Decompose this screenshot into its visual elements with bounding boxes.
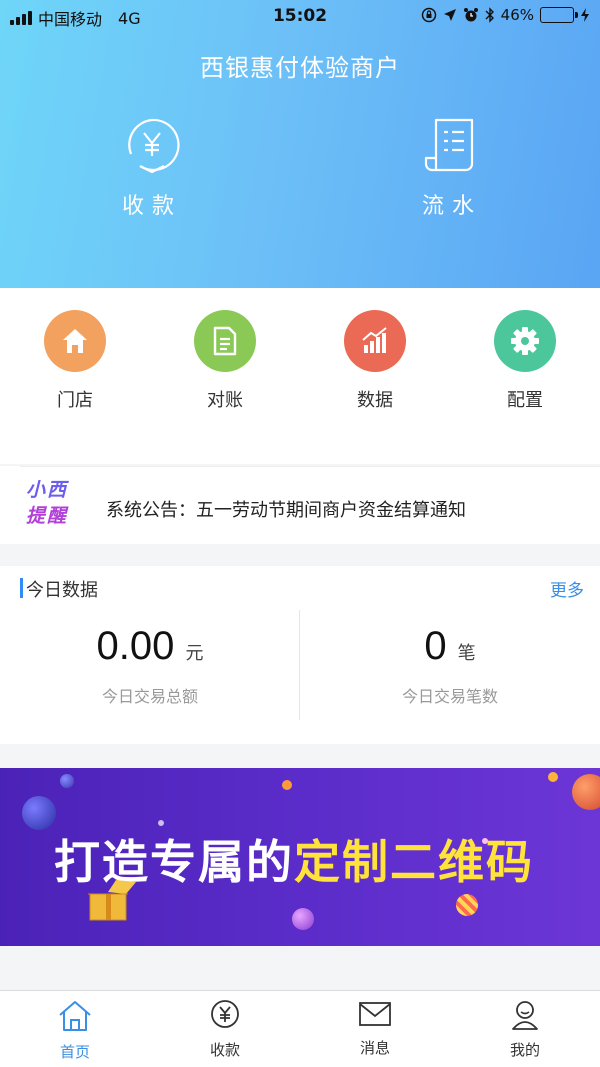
- charging-icon: [581, 8, 589, 22]
- total-amount-label: 今日交易总额: [101, 687, 198, 706]
- quick-label-store: 门店: [57, 390, 93, 411]
- mail-icon: [359, 1002, 391, 1026]
- today-title: 今日数据: [26, 580, 98, 601]
- decor-ball: [456, 894, 478, 916]
- transaction-count-stat[interactable]: 0 笔 今日交易笔数: [300, 624, 600, 707]
- reconcile-circle: [194, 310, 256, 372]
- section-accent-bar: [20, 578, 23, 598]
- today-header: 今日数据 更多: [20, 574, 590, 602]
- flow-label: 流水: [421, 194, 482, 219]
- collect-payment-button[interactable]: 收款: [92, 116, 212, 220]
- tab-collect[interactable]: 收款: [150, 999, 300, 1060]
- battery-icon: [540, 7, 578, 23]
- store-circle: [44, 310, 106, 372]
- tab-profile-label: 我的: [509, 1041, 540, 1059]
- user-icon: [512, 1001, 538, 1030]
- transaction-flow-button[interactable]: 流水: [392, 116, 512, 220]
- home-outline-icon: [59, 1001, 91, 1031]
- tab-profile[interactable]: 我的: [450, 999, 600, 1060]
- quick-item-reconcile[interactable]: 对账: [170, 310, 280, 412]
- more-link[interactable]: 更多: [550, 576, 584, 601]
- promo-banner[interactable]: 打造专属的定制二维码: [0, 768, 600, 946]
- tab-collect-label: 收款: [209, 1041, 240, 1059]
- total-amount-unit: 元: [185, 643, 204, 664]
- transaction-count-label: 今日交易笔数: [401, 687, 498, 706]
- tab-home-label: 首页: [59, 1043, 90, 1061]
- quick-label-settings: 配置: [507, 390, 543, 411]
- decor-ball: [60, 774, 74, 788]
- chart-icon: [362, 327, 387, 353]
- location-icon: [443, 9, 456, 21]
- total-amount-stat[interactable]: 0.00 元 今日交易总额: [0, 624, 300, 707]
- bottom-tab-bar: 首页 收款 消息 我的: [0, 990, 600, 1067]
- yuan-circle-icon: [128, 118, 180, 174]
- collect-label: 收款: [121, 194, 182, 219]
- today-data-card: 今日数据 更多 0.00 元 今日交易总额 0 笔 今日交易笔数: [0, 566, 600, 744]
- notice-logo-line1: 小西: [26, 479, 69, 501]
- notice-text: 系统公告：五一劳动节期间商户资金结算通知: [106, 500, 466, 521]
- quick-menu: 门店 对账 数据 配置: [0, 288, 600, 464]
- tab-messages[interactable]: 消息: [300, 999, 450, 1058]
- transaction-count-unit: 笔: [457, 643, 476, 664]
- notice-spacer: [0, 466, 20, 544]
- yuan-circle-icon: [211, 1000, 239, 1028]
- status-bar: 中国移动 4G 15:02 46%: [0, 0, 600, 32]
- quick-label-data: 数据: [357, 390, 393, 411]
- data-circle: [344, 310, 406, 372]
- gift-box-icon: [88, 880, 136, 921]
- decor-ball: [282, 780, 292, 790]
- decor-ball: [22, 796, 56, 830]
- rotation-lock-icon: [421, 7, 436, 23]
- notice-logo: 小西 提醒: [26, 477, 82, 529]
- system-notice[interactable]: 小西 提醒 系统公告：五一劳动节期间商户资金结算通知: [20, 466, 600, 544]
- quick-item-settings[interactable]: 配置: [470, 310, 580, 412]
- merchant-title: 西银惠付体验商户: [200, 54, 400, 82]
- total-amount-value: 0.00: [96, 624, 175, 668]
- home-icon: [63, 329, 87, 353]
- bluetooth-icon: [485, 7, 494, 23]
- battery-percent: 46%: [500, 6, 534, 24]
- banner-text-highlight: 定制二维码: [294, 835, 534, 889]
- quick-item-store[interactable]: 门店: [20, 310, 130, 412]
- quick-label-reconcile: 对账: [207, 390, 243, 411]
- notice-logo-line2: 提醒: [26, 505, 69, 527]
- tab-messages-label: 消息: [359, 1039, 390, 1057]
- gear-icon: [511, 327, 539, 355]
- alarm-icon: [463, 8, 478, 22]
- receipt-icon: [424, 118, 474, 172]
- settings-circle: [494, 310, 556, 372]
- tab-home[interactable]: 首页: [0, 999, 150, 1062]
- decor-ball: [292, 908, 314, 930]
- document-icon: [213, 326, 237, 356]
- decor-ball: [572, 774, 600, 810]
- quick-item-data[interactable]: 数据: [320, 310, 430, 412]
- decor-ball: [548, 772, 558, 782]
- transaction-count-value: 0: [424, 624, 447, 668]
